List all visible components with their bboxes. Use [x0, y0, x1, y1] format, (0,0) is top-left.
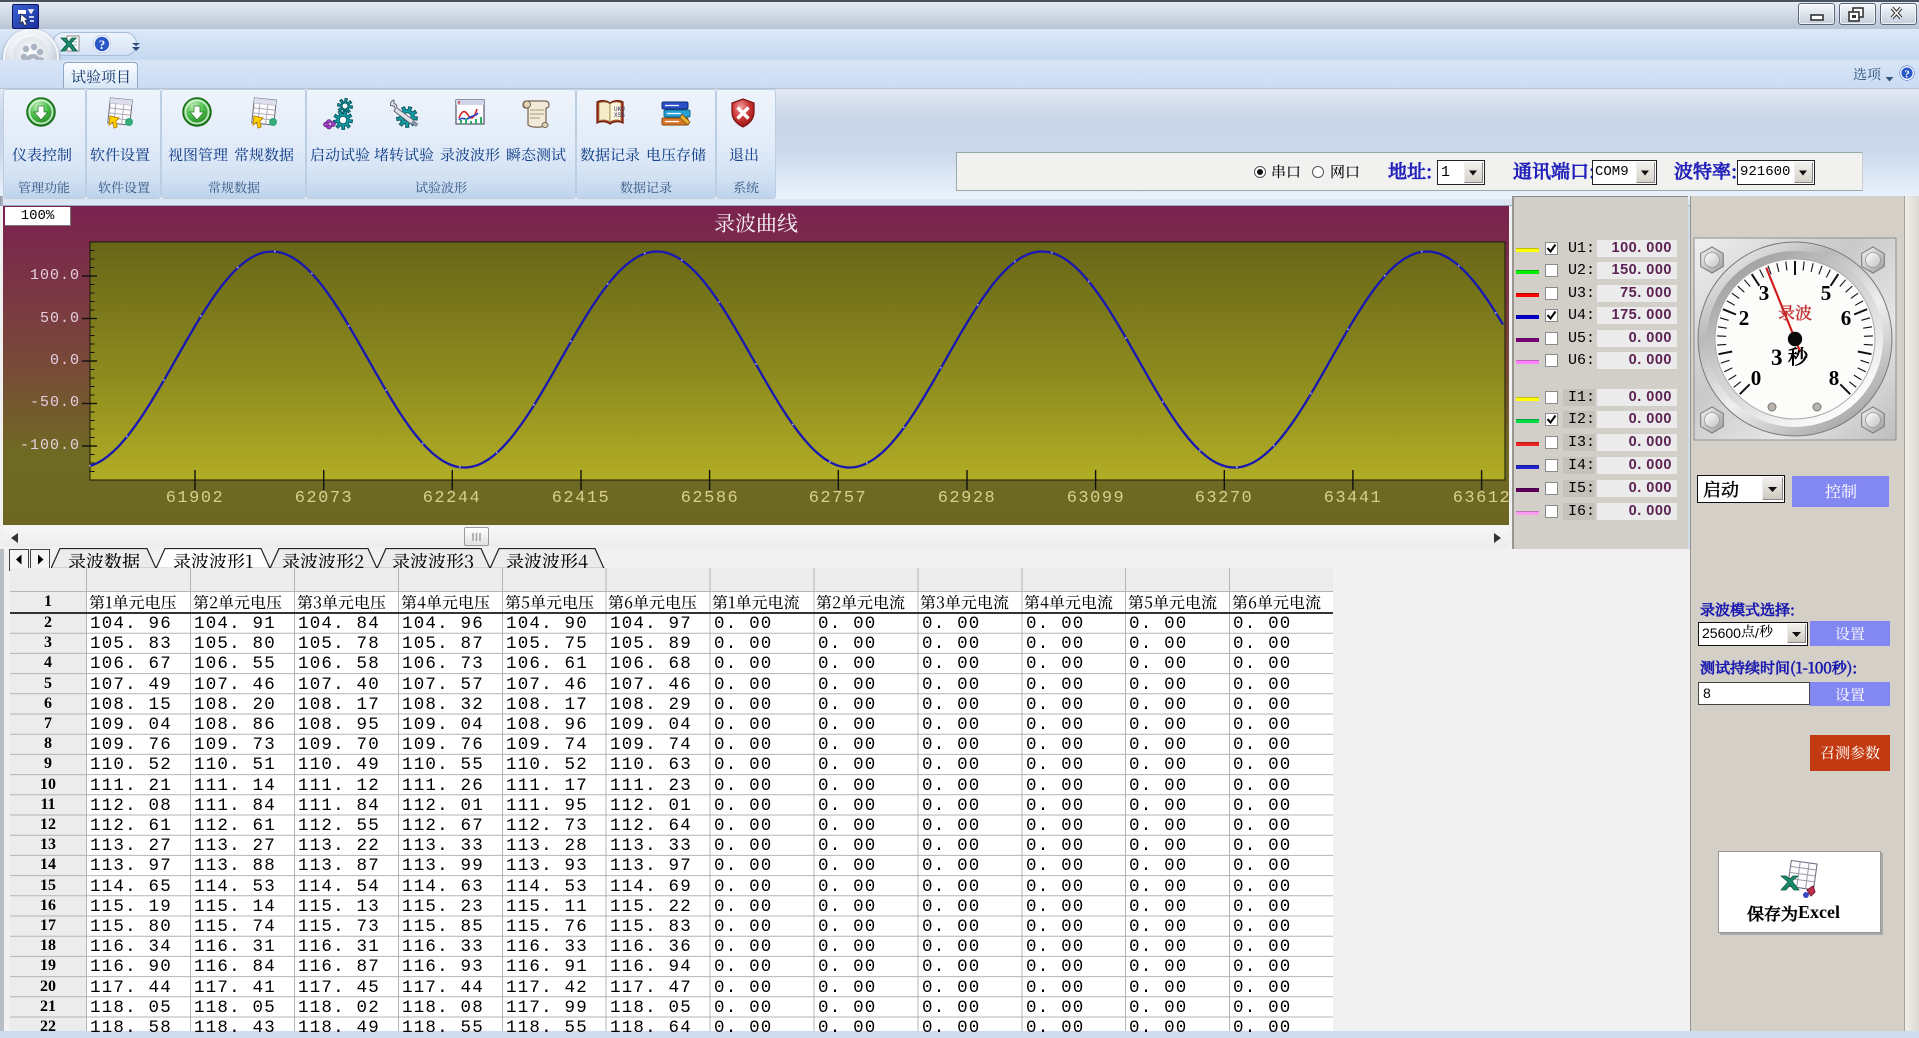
svg-text:6: 6 [1841, 306, 1852, 330]
svg-text:?: ? [99, 37, 106, 52]
svg-text:3: 3 [1759, 281, 1770, 305]
svg-text:2: 2 [1739, 306, 1750, 330]
svg-text:5: 5 [1821, 281, 1832, 305]
svg-text:?: ? [1904, 68, 1910, 80]
svg-text:8: 8 [1829, 366, 1840, 390]
svg-text:XSS: XSS [614, 112, 625, 119]
svg-text:0: 0 [1751, 366, 1762, 390]
